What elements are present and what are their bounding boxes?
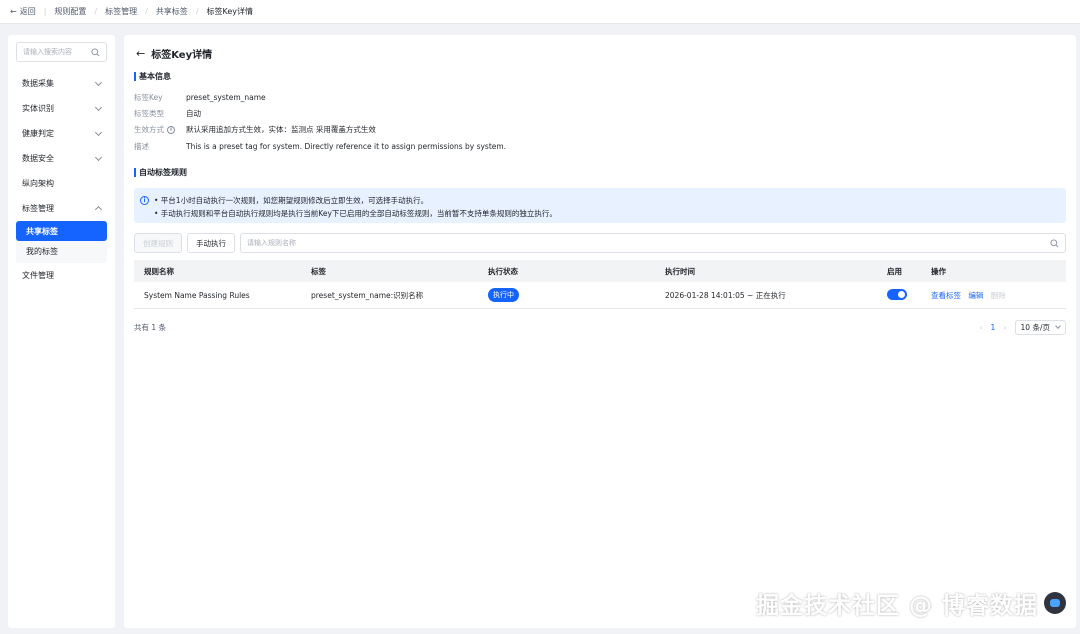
chevron-down-icon [94, 128, 103, 136]
manual-run-button[interactable]: 手动执行 [187, 233, 235, 253]
sidebar-item-data-security[interactable]: 数据安全 [8, 146, 115, 171]
chevron-down-icon [1055, 322, 1061, 329]
chevron-up-icon [94, 205, 103, 214]
info-icon: i [140, 196, 149, 205]
chevron-down-icon [94, 153, 103, 161]
field-effect: 生效方式 i 默认采用追加方式生效，实体：监测点 采用覆盖方式生效 [134, 125, 376, 134]
chevron-down-icon [94, 78, 103, 86]
watermark: 掘金技术社区 @ 博睿数据 [756, 586, 1066, 620]
table-header: 规则名称 标签 执行状态 执行时间 启用 操作 [134, 260, 1066, 282]
enable-toggle[interactable] [887, 288, 907, 300]
chevron-down-icon [94, 103, 103, 111]
total-count: 共有 1 条 [134, 322, 167, 332]
breadcrumb-item-rules[interactable]: 规则配置 [54, 6, 86, 17]
help-icon[interactable]: i [167, 125, 175, 134]
prev-page-icon[interactable]: ‹ [979, 323, 982, 332]
notice-banner: i • 平台1小时自动执行一次规则，如您期望规则修改后立即生效，可选择手动执行。… [134, 188, 1066, 223]
section-basic-info: 基本信息 [134, 71, 171, 82]
status-badge: 执行中 [488, 288, 519, 302]
table-footer: 共有 1 条 ‹ 1 › 10 条/页 [134, 319, 1066, 335]
page-size-select[interactable]: 10 条/页 [1014, 319, 1066, 335]
back-arrow-icon[interactable]: ← [136, 47, 145, 60]
pagination: ‹ 1 › 10 条/页 [979, 319, 1066, 335]
next-page-icon[interactable]: › [1003, 323, 1006, 332]
breadcrumb-item-current: 标签Key详情 [206, 7, 254, 16]
sidebar: 请输入搜索内容 数据采集 实体识别 健康判定 数据安全 纵向架构 标签管理 共享… [8, 35, 115, 628]
sidebar-item-files[interactable]: 文件管理 [8, 263, 115, 288]
page-header: ← 标签Key详情 [136, 46, 212, 61]
main-panel: ← 标签Key详情 基本信息 标签Key preset_system_name … [124, 35, 1076, 628]
rule-search-input[interactable]: 请输入规则名称 [240, 233, 1066, 253]
arrow-left-icon: ← [10, 7, 17, 16]
delete-link[interactable]: 删除 [991, 291, 1006, 300]
create-rule-button[interactable]: 创建规则 [134, 233, 182, 253]
sidebar-item-architecture[interactable]: 纵向架构 [8, 171, 115, 196]
sidebar-item-data-collection[interactable]: 数据采集 [8, 71, 115, 96]
breadcrumb: ← 返回 | 规则配置 / 标签管理 / 共享标签 / 标签Key详情 [0, 0, 1080, 24]
sidebar-item-shared-tags[interactable]: 共享标签 [16, 221, 107, 241]
field-key: 标签Key preset_system_name [134, 93, 266, 102]
field-type: 标签类型 自动 [134, 109, 201, 118]
view-tags-link[interactable]: 查看标签 [931, 291, 961, 300]
table-row: System Name Passing Rules preset_system_… [134, 282, 1066, 309]
search-icon [91, 47, 100, 56]
page-title: 标签Key详情 [151, 50, 213, 61]
sidebar-item-my-tags[interactable]: 我的标签 [16, 241, 107, 261]
brand-logo-icon [1044, 592, 1066, 614]
rules-toolbar: 创建规则 手动执行 请输入规则名称 [134, 233, 1066, 253]
edit-link[interactable]: 编辑 [968, 291, 983, 300]
sidebar-item-entity-recognition[interactable]: 实体识别 [8, 96, 115, 121]
page-number[interactable]: 1 [991, 323, 996, 332]
back-link[interactable]: ← 返回 [10, 6, 36, 17]
search-icon [1050, 238, 1059, 247]
sidebar-item-tag-manage[interactable]: 标签管理 [8, 196, 115, 221]
sidebar-submenu: 共享标签 我的标签 [16, 221, 107, 263]
sidebar-search-input[interactable]: 请输入搜索内容 [16, 42, 107, 62]
sidebar-item-health[interactable]: 健康判定 [8, 121, 115, 146]
breadcrumb-item-tag-manage[interactable]: 标签管理 [105, 6, 137, 17]
field-desc: 描述 This is a preset tag for system. Dire… [134, 142, 507, 151]
section-auto-rules: 自动标签规则 [134, 167, 187, 178]
rules-table: 规则名称 标签 执行状态 执行时间 启用 操作 System Name Pass… [134, 260, 1066, 309]
breadcrumb-item-shared-tags[interactable]: 共享标签 [156, 6, 188, 17]
